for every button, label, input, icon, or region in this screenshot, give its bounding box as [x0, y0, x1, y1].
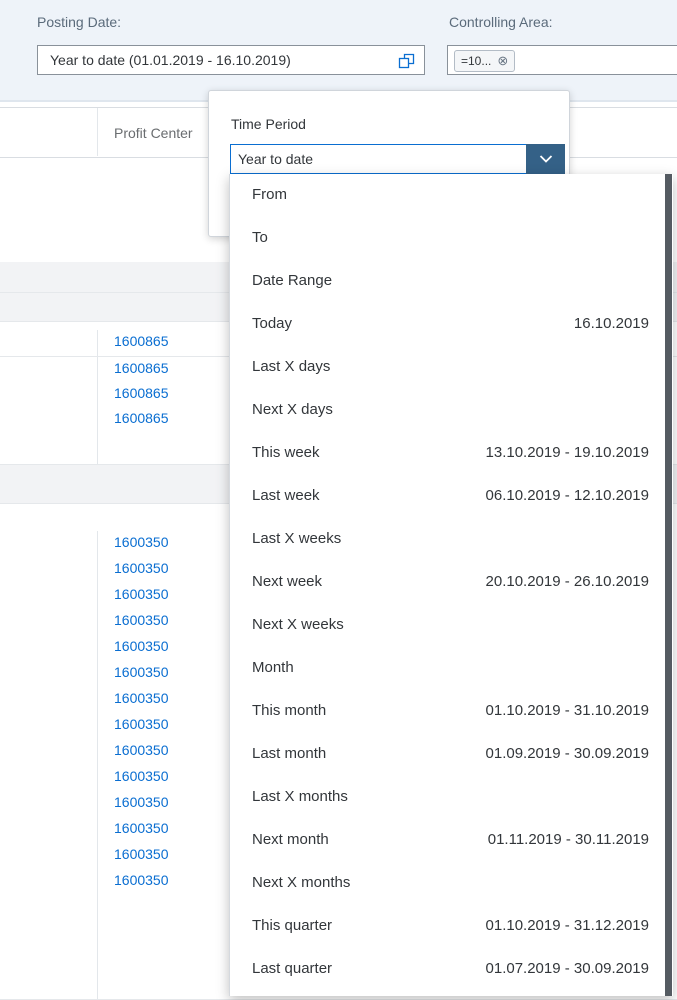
option-item[interactable]: Month	[230, 647, 673, 687]
option-label: Next X days	[252, 401, 333, 418]
option-item[interactable]: Last X months	[230, 776, 673, 816]
option-item[interactable]: This week 13.10.2019 - 19.10.2019	[230, 432, 673, 472]
option-label: Next month	[252, 831, 329, 848]
option-date-range: 01.09.2019 - 30.09.2019	[485, 745, 649, 762]
option-date-range: 01.07.2019 - 30.09.2019	[485, 960, 649, 977]
profit-center-link[interactable]: 1600865	[114, 385, 169, 401]
option-date-range: 01.11.2019 - 30.11.2019	[487, 831, 649, 848]
time-period-select[interactable]: Year to date	[230, 144, 565, 174]
option-item[interactable]: From	[230, 174, 673, 214]
profit-center-link[interactable]: 1600350	[114, 846, 169, 862]
profit-center-link[interactable]: 1600350	[114, 560, 169, 576]
option-item[interactable]: Today 16.10.2019	[230, 303, 673, 343]
option-item[interactable]: Last month 01.09.2019 - 30.09.2019	[230, 733, 673, 773]
profit-center-link[interactable]: 1600350	[114, 716, 169, 732]
option-label: Next week	[252, 573, 323, 590]
controlling-area-token[interactable]: =10... ⊗	[454, 50, 516, 72]
profit-center-link[interactable]: 1600350	[114, 664, 169, 680]
profit-center-link[interactable]: 1600350	[114, 586, 169, 602]
option-date-range: 06.10.2019 - 12.10.2019	[485, 487, 649, 504]
option-date-range: 16.10.2019	[573, 315, 649, 332]
option-label: Next X months	[252, 874, 351, 891]
option-item[interactable]: Next X weeks	[230, 604, 673, 644]
option-item[interactable]: Last quarter 01.07.2019 - 30.09.2019	[230, 948, 673, 988]
option-label: Last X weeks	[252, 530, 342, 547]
option-label: Last X months	[252, 788, 348, 805]
option-item[interactable]: Last week 06.10.2019 - 12.10.2019	[230, 475, 673, 515]
option-label: To	[252, 229, 268, 246]
option-item[interactable]: Next X months	[230, 862, 673, 902]
profit-center-link[interactable]: 1600350	[114, 742, 169, 758]
option-item[interactable]: This quarter 01.10.2019 - 31.12.2019	[230, 905, 673, 945]
option-label: Last X days	[252, 358, 331, 375]
profit-center-link[interactable]: 1600865	[114, 360, 169, 376]
profit-center-link[interactable]: 1600350	[114, 612, 169, 628]
time-period-selected: Year to date	[238, 151, 313, 167]
option-label: Today	[252, 315, 293, 332]
profit-center-link[interactable]: 1600865	[114, 333, 169, 349]
option-label: Next X weeks	[252, 616, 344, 633]
option-date-range: 20.10.2019 - 26.10.2019	[485, 573, 649, 590]
option-item[interactable]: Next week 20.10.2019 - 26.10.2019	[230, 561, 673, 601]
time-period-options-list: From To Date Range Today 16.10.2019 Last X da…	[229, 174, 673, 996]
filter-bar: Posting Date: Year to date (01.01.2019 -…	[0, 0, 677, 102]
option-label: Last quarter	[252, 960, 333, 977]
profit-center-link[interactable]: 1600350	[114, 794, 169, 810]
option-date-range: 13.10.2019 - 19.10.2019	[485, 444, 649, 461]
profit-center-link[interactable]: 1600865	[114, 410, 169, 426]
column-header-profit-center[interactable]: Profit Center	[114, 125, 193, 141]
controlling-area-input[interactable]: =10... ⊗	[447, 45, 677, 75]
option-label: Last week	[252, 487, 320, 504]
posting-date-label: Posting Date:	[37, 14, 122, 30]
dropdown-button[interactable]	[526, 144, 565, 174]
remove-token-icon[interactable]: ⊗	[497, 53, 508, 68]
posting-date-value: Year to date (01.01.2019 - 16.10.2019)	[50, 52, 291, 68]
option-date-range: 01.10.2019 - 31.10.2019	[485, 702, 649, 719]
controlling-area-label: Controlling Area:	[449, 14, 553, 30]
option-label: This week	[252, 444, 320, 461]
posting-date-input[interactable]: Year to date (01.01.2019 - 16.10.2019)	[37, 45, 425, 75]
option-item[interactable]: This month 01.10.2019 - 31.10.2019	[230, 690, 673, 730]
profit-center-link[interactable]: 1600350	[114, 690, 169, 706]
profit-center-link[interactable]: 1600350	[114, 820, 169, 836]
option-label: Last month	[252, 745, 327, 762]
profit-center-link[interactable]: 1600350	[114, 534, 169, 550]
option-item[interactable]: Next month 01.11.2019 - 30.11.2019	[230, 819, 673, 859]
option-date-range: 01.10.2019 - 31.12.2019	[485, 917, 649, 934]
profit-center-link[interactable]: 1600350	[114, 638, 169, 654]
option-label: This month	[252, 702, 327, 719]
option-label: This quarter	[252, 917, 333, 934]
option-item[interactable]: Next X days	[230, 389, 673, 429]
option-label: From	[252, 186, 287, 203]
profit-center-link[interactable]: 1600350	[114, 768, 169, 784]
option-label: Date Range	[252, 272, 333, 289]
chevron-down-icon	[539, 155, 553, 163]
profit-center-link[interactable]: 1600350	[114, 872, 169, 888]
value-help-icon[interactable]	[398, 52, 416, 70]
option-item[interactable]: Last X days	[230, 346, 673, 386]
option-label: Month	[252, 659, 294, 676]
scrollbar[interactable]	[665, 174, 672, 996]
option-item[interactable]: Last X weeks	[230, 518, 673, 558]
option-item[interactable]: Date Range	[230, 260, 673, 300]
time-period-label: Time Period	[231, 116, 306, 132]
option-item[interactable]: To	[230, 217, 673, 257]
